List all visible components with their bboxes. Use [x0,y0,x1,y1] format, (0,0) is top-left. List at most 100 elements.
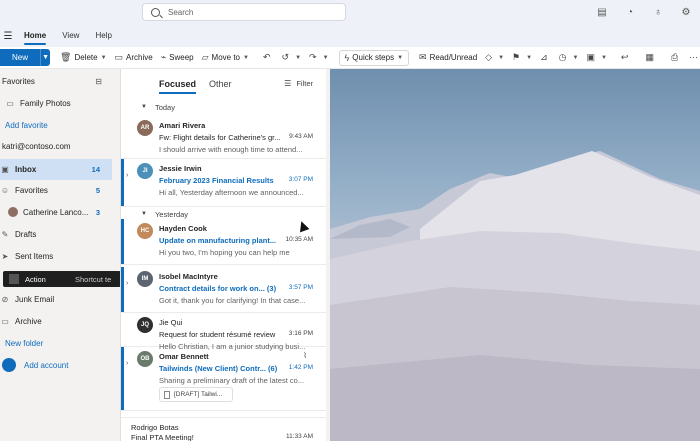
message-item[interactable]: › OB Omar Bennett ⌇ Tailwinds (New Clien… [121,347,326,411]
message-item[interactable]: HC Hayden Cook Update on manufacturing p… [121,219,326,265]
message-item[interactable]: AR Amari Rivera Fw: Flight details for C… [121,116,326,159]
message-time: 3:16 PM [288,330,313,337]
chevron-down-icon[interactable]: ▼ [323,55,329,61]
archive-button[interactable]: ▭ Archive [111,49,157,67]
message-item[interactable]: › JI Jessie Irwin February 2023 Financia… [121,159,326,207]
gear-icon[interactable]: ⚙ [672,0,700,25]
chevron-down-icon[interactable]: ▼ [498,55,504,61]
message-preview: Hi all, Yesterday afternoon we announced… [159,188,304,197]
lightbulb-icon[interactable]: ♁ [644,0,672,25]
message-list-header: Focused Other ☰ Filter [121,69,326,99]
chevron-right-icon[interactable]: › [126,172,128,179]
message-list: Focused Other ☰ Filter ▼ Today AR Amari … [120,69,326,441]
more-button[interactable]: ⋯ [685,49,700,67]
reply-button[interactable]: ↶ [259,49,278,67]
attachment-chip[interactable]: [DRAFT] Tailwi... [159,387,233,402]
avatar [8,207,18,217]
rules-icon: ▣ [586,52,595,62]
broom-icon: ⌁ [160,52,167,62]
add-favorite-label: Add favorite [5,120,48,130]
ribbon-tabs: ☰ Home View Help [0,25,700,47]
quick-steps-button[interactable]: ϟ Quick steps ▼ [338,49,410,66]
chevron-right-icon[interactable]: › [126,280,128,287]
folder-icon: ▭ [6,98,14,108]
chevron-down-icon[interactable]: ▼ [41,54,50,61]
flag-icon: ⚑ [512,52,521,62]
chevron-down-icon[interactable]: ▼ [397,55,403,61]
clock-icon: ◷ [558,52,567,62]
tab-other[interactable]: Other [209,79,232,89]
avatar: IM [137,271,153,287]
favorites-header-label: Favorites [2,76,35,86]
calendar-icon: ▦ [645,52,654,62]
message-subject: Fw: Flight details for Catherine's gr... [159,133,281,142]
nav-item-archive[interactable]: ▭ Archive [0,311,112,331]
favorites-header[interactable]: Favorites ⊟ [0,71,112,91]
tab-help[interactable]: Help [87,25,119,47]
group-label: Yesterday [154,209,189,219]
new-mail-label[interactable]: New Mail [0,49,42,79]
toolbar: New Mail ▼ 🗑Delete▼ ▭Archive ⌁Sweep ▱Mov… [0,47,700,79]
nav-item-junk[interactable]: ⊘ Junk Email [0,289,112,309]
account-header[interactable]: katri@contoso.com [0,136,112,156]
chevron-down-icon[interactable]: ▼ [572,55,578,61]
message-sender: Rodrigo Botas [131,423,179,432]
tab-home[interactable]: Home [16,25,54,47]
print-icon: ⎙ [670,52,679,62]
attachment-name: [DRAFT] Tailwi... [174,391,223,398]
message-item[interactable]: JQ Jie Qui Request for student résumé re… [121,313,326,351]
chevron-down-icon[interactable]: ▼ [101,55,107,61]
chevron-down-icon[interactable]: ▼ [243,55,249,61]
sweep-button[interactable]: ⌁ Sweep [157,49,198,67]
chevron-right-icon[interactable]: › [126,360,128,367]
calendar-button[interactable]: ▦ [641,49,661,67]
reply-all-button[interactable]: ↺ ▼ [278,49,306,67]
nav-item-family-photos[interactable]: ▭ Family Photos [0,93,112,113]
folder-pane: Favorites ⊟ ▭ Family Photos Add favorite… [0,69,119,441]
filter-icon: ☰ [284,79,292,88]
nav-item-favorites[interactable]: ☺ Favorites 5 [0,180,112,200]
chevron-down-icon[interactable]: ▼ [141,211,147,217]
search-box[interactable]: Search [142,3,346,21]
nav-item-sent-items[interactable]: ➤ Sent Items [0,246,112,266]
pin-button[interactable]: ⊿ [536,49,555,67]
nav-item-drafts[interactable]: ✎ Drafts [0,224,112,244]
add-favorite-link[interactable]: Add favorite [0,115,112,135]
tag-button[interactable]: ◇ ▼ [481,49,508,67]
new-mail-button[interactable]: New Mail ▼ [0,49,51,79]
new-folder-link[interactable]: New folder [0,333,112,353]
menu-icon[interactable]: ☰ [0,31,16,42]
flag-button[interactable]: ⚑ ▼ [508,49,536,67]
move-to-label: Move to [211,53,241,62]
message-subject: February 2023 Financial Results [159,176,274,185]
tab-focused[interactable]: Focused [159,79,197,94]
bell-icon[interactable]: ◔ [616,0,644,25]
nav-item-catherine[interactable]: Catherine Lanco... 3 [0,202,112,222]
chevron-down-icon[interactable]: ▼ [295,55,301,61]
chevron-down-icon[interactable]: ▼ [141,104,147,110]
delete-button[interactable]: 🗑 Delete ▼ [56,49,111,67]
message-sender: Hayden Cook [159,224,207,233]
avatar: AR [137,120,153,136]
rules-button[interactable]: ▣ ▼ [582,49,610,67]
nav-item-inbox[interactable]: ▣ Inbox 14 [0,159,112,180]
avatar: JI [137,163,153,179]
send-icon: ➤ [1,251,9,261]
collapse-pane-icon[interactable]: ⊟ [95,77,102,86]
undo-button[interactable]: ↩ [617,49,636,67]
read-unread-button[interactable]: ✉ Read/Unread [415,49,481,67]
print-button[interactable]: ⎙ [667,49,685,67]
tab-view[interactable]: View [54,25,87,47]
message-item[interactable]: › IM Isobel MacIntyre Contract details f… [121,267,326,313]
move-to-button[interactable]: ▱ Move to ▼ [198,49,253,67]
chevron-down-icon[interactable]: ▼ [526,55,532,61]
nav-item-label: Favorites [15,185,48,195]
snooze-button[interactable]: ◷ ▼ [555,49,583,67]
chevron-down-icon[interactable]: ▼ [601,55,607,61]
message-item[interactable]: Rodrigo Botas Final PTA Meeting! 11:33 A… [121,417,326,441]
notes-icon[interactable]: ▤ [588,0,616,25]
forward-button[interactable]: ↷ ▼ [305,49,333,67]
add-account-link[interactable]: Add account [0,355,112,375]
group-header-today[interactable]: ▼ Today [121,100,326,114]
filter-button[interactable]: ☰ Filter [284,79,313,88]
